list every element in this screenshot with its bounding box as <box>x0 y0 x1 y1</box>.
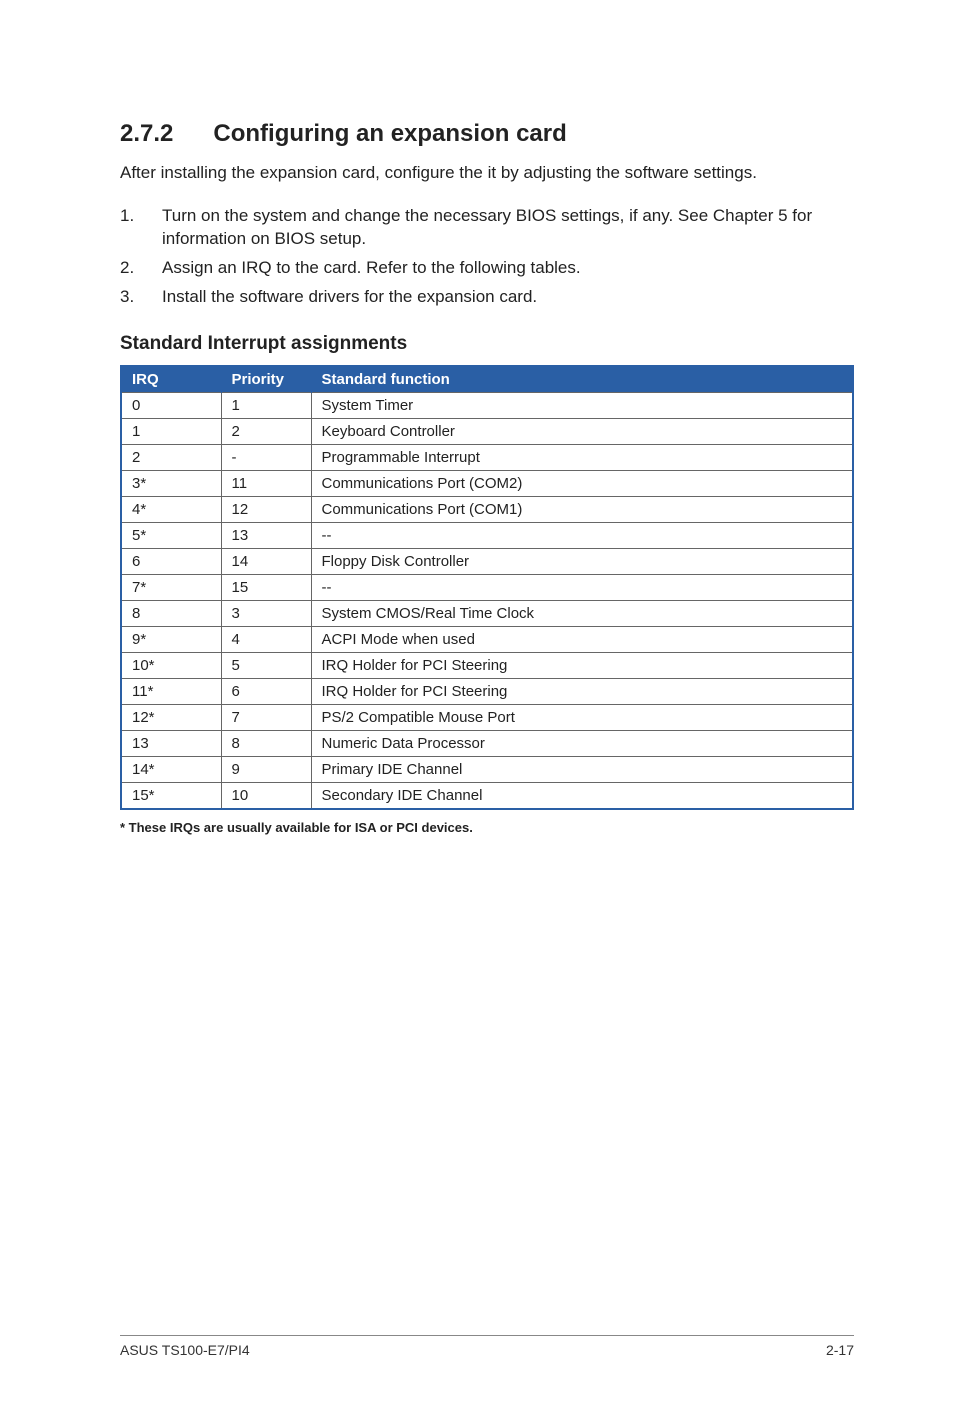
cell-function: Primary IDE Channel <box>311 756 853 782</box>
table-row: 83System CMOS/Real Time Clock <box>121 600 853 626</box>
table-row: 3*11Communications Port (COM2) <box>121 470 853 496</box>
table-row: 2-Programmable Interrupt <box>121 444 853 470</box>
cell-function: -- <box>311 574 853 600</box>
cell-irq: 5* <box>121 522 221 548</box>
step-text: Install the software drivers for the exp… <box>162 286 854 309</box>
table-row: 10*5IRQ Holder for PCI Steering <box>121 652 853 678</box>
intro-paragraph: After installing the expansion card, con… <box>120 162 854 185</box>
cell-function: Numeric Data Processor <box>311 730 853 756</box>
cell-priority: 4 <box>221 626 311 652</box>
cell-function: Keyboard Controller <box>311 418 853 444</box>
section-number: 2.7.2 <box>120 120 173 148</box>
section-heading: 2.7.2 Configuring an expansion card <box>120 120 854 148</box>
table-row: 14*9Primary IDE Channel <box>121 756 853 782</box>
cell-priority: 8 <box>221 730 311 756</box>
cell-irq: 0 <box>121 392 221 418</box>
table-row: 15*10Secondary IDE Channel <box>121 782 853 809</box>
footer-left: ASUS TS100-E7/PI4 <box>120 1342 250 1358</box>
cell-irq: 14* <box>121 756 221 782</box>
cell-irq: 12* <box>121 704 221 730</box>
cell-irq: 1 <box>121 418 221 444</box>
cell-function: Floppy Disk Controller <box>311 548 853 574</box>
cell-priority: 11 <box>221 470 311 496</box>
cell-priority: 2 <box>221 418 311 444</box>
cell-function: IRQ Holder for PCI Steering <box>311 678 853 704</box>
cell-function: -- <box>311 522 853 548</box>
cell-priority: - <box>221 444 311 470</box>
cell-function: System Timer <box>311 392 853 418</box>
table-row: 138Numeric Data Processor <box>121 730 853 756</box>
cell-priority: 9 <box>221 756 311 782</box>
table-row: 11*6IRQ Holder for PCI Steering <box>121 678 853 704</box>
cell-priority: 6 <box>221 678 311 704</box>
cell-irq: 13 <box>121 730 221 756</box>
step-number: 1. <box>120 205 162 251</box>
cell-function: Communications Port (COM2) <box>311 470 853 496</box>
cell-function: System CMOS/Real Time Clock <box>311 600 853 626</box>
cell-irq: 15* <box>121 782 221 809</box>
cell-priority: 1 <box>221 392 311 418</box>
footnote: * These IRQs are usually available for I… <box>120 820 854 835</box>
page-container: 2.7.2 Configuring an expansion card After… <box>0 0 954 1418</box>
cell-irq: 6 <box>121 548 221 574</box>
cell-irq: 10* <box>121 652 221 678</box>
table-row: 9*4ACPI Mode when used <box>121 626 853 652</box>
step-number: 3. <box>120 286 162 309</box>
cell-irq: 8 <box>121 600 221 626</box>
steps-list: 1. Turn on the system and change the nec… <box>120 205 854 309</box>
step-item: 1. Turn on the system and change the nec… <box>120 205 854 251</box>
step-number: 2. <box>120 257 162 280</box>
page-footer: ASUS TS100-E7/PI4 2-17 <box>120 1335 854 1358</box>
cell-priority: 12 <box>221 496 311 522</box>
section-title: Configuring an expansion card <box>213 120 566 147</box>
header-irq: IRQ <box>121 366 221 393</box>
header-function: Standard function <box>311 366 853 393</box>
cell-priority: 10 <box>221 782 311 809</box>
table-row: 5*13-- <box>121 522 853 548</box>
cell-irq: 2 <box>121 444 221 470</box>
table-row: 12*7PS/2 Compatible Mouse Port <box>121 704 853 730</box>
cell-function: Secondary IDE Channel <box>311 782 853 809</box>
cell-priority: 13 <box>221 522 311 548</box>
cell-priority: 3 <box>221 600 311 626</box>
cell-function: ACPI Mode when used <box>311 626 853 652</box>
cell-priority: 14 <box>221 548 311 574</box>
cell-priority: 5 <box>221 652 311 678</box>
cell-irq: 3* <box>121 470 221 496</box>
step-text: Turn on the system and change the necess… <box>162 205 854 251</box>
cell-irq: 11* <box>121 678 221 704</box>
table-row: 12Keyboard Controller <box>121 418 853 444</box>
step-text: Assign an IRQ to the card. Refer to the … <box>162 257 854 280</box>
subheading: Standard Interrupt assignments <box>120 333 854 355</box>
header-priority: Priority <box>221 366 311 393</box>
table-row: 4*12Communications Port (COM1) <box>121 496 853 522</box>
cell-priority: 15 <box>221 574 311 600</box>
cell-function: Communications Port (COM1) <box>311 496 853 522</box>
table-row: 614Floppy Disk Controller <box>121 548 853 574</box>
table-header-row: IRQ Priority Standard function <box>121 366 853 393</box>
table-row: 01System Timer <box>121 392 853 418</box>
footer-right: 2-17 <box>826 1342 854 1358</box>
cell-function: PS/2 Compatible Mouse Port <box>311 704 853 730</box>
cell-priority: 7 <box>221 704 311 730</box>
table-row: 7*15-- <box>121 574 853 600</box>
cell-irq: 7* <box>121 574 221 600</box>
irq-table: IRQ Priority Standard function 01System … <box>120 365 854 810</box>
step-item: 3. Install the software drivers for the … <box>120 286 854 309</box>
cell-irq: 4* <box>121 496 221 522</box>
cell-function: Programmable Interrupt <box>311 444 853 470</box>
step-item: 2. Assign an IRQ to the card. Refer to t… <box>120 257 854 280</box>
cell-function: IRQ Holder for PCI Steering <box>311 652 853 678</box>
cell-irq: 9* <box>121 626 221 652</box>
